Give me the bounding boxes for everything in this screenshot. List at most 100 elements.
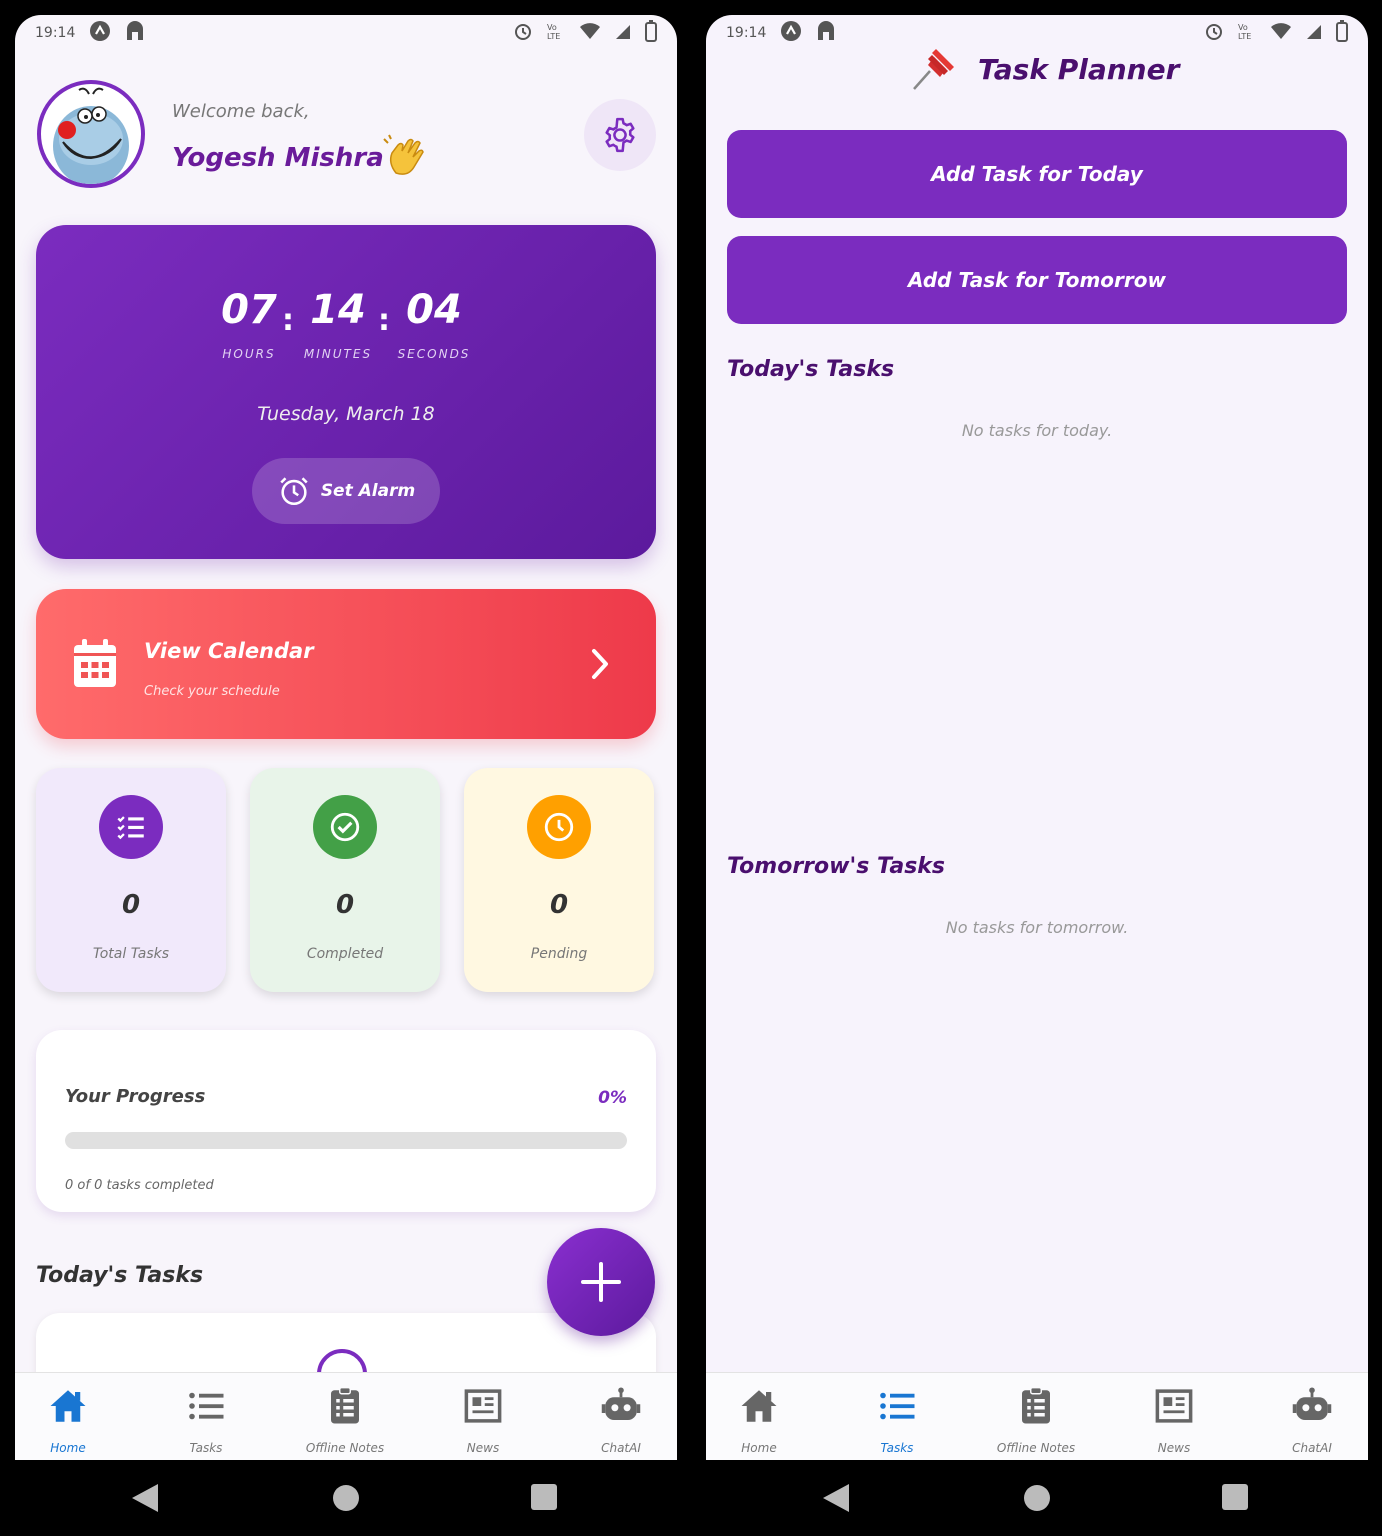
- nav-item-news[interactable]: News: [423, 1373, 543, 1460]
- clipboard-icon: [331, 1386, 359, 1424]
- nav-label-news: News: [466, 1441, 500, 1455]
- back-icon[interactable]: [821, 1482, 851, 1514]
- view-calendar-card[interactable]: View Calendar Check your schedule: [36, 589, 656, 739]
- todays-tasks-heading: Today's Tasks: [727, 357, 895, 382]
- stat-card-completed[interactable]: 0 Completed: [250, 768, 440, 992]
- stat-card-total-tasks[interactable]: 0 Total Tasks: [36, 768, 226, 992]
- back-icon[interactable]: [130, 1482, 160, 1514]
- clock-minutes: 14: [310, 287, 366, 333]
- today-empty-message: No tasks for today.: [961, 421, 1113, 440]
- home-circle-icon[interactable]: [1022, 1483, 1052, 1513]
- checklist-icon: [99, 795, 163, 859]
- calendar-subtitle: Check your schedule: [144, 684, 280, 699]
- pending-value: 0: [549, 890, 569, 920]
- app-notification-icon: [90, 21, 110, 41]
- calendar-title: View Calendar: [144, 639, 314, 663]
- nav-label-chatai: ChatAI: [601, 1441, 641, 1455]
- svg-text:Vo: Vo: [547, 23, 557, 32]
- completed-value: 0: [335, 890, 355, 920]
- volte-icon: VoLTE: [1238, 23, 1251, 41]
- nav-label-news: News: [1157, 1441, 1191, 1455]
- signal-icon: [1306, 25, 1321, 39]
- add-task-tomorrow-button[interactable]: Add Task for Tomorrow: [727, 236, 1347, 324]
- wifi-icon: [579, 23, 600, 39]
- stat-card-pending[interactable]: 0 Pending: [464, 768, 654, 992]
- page-title: Task Planner: [978, 53, 1180, 86]
- alarm-status-icon: [514, 24, 531, 40]
- home-circle-icon[interactable]: [331, 1483, 361, 1513]
- robot-icon: [601, 1387, 641, 1420]
- user-name: Yogesh Mishra: [172, 143, 384, 173]
- clock-icon: [527, 795, 591, 859]
- battery-icon: [1336, 20, 1348, 42]
- tomorrow-empty-message: No tasks for tomorrow.: [945, 918, 1129, 937]
- gear-icon: [605, 117, 635, 153]
- nav-item-tasks[interactable]: Tasks: [146, 1373, 266, 1460]
- nav-item-offline-notes[interactable]: Offline Notes: [285, 1373, 405, 1460]
- status-bar: 19:14 Vo LTE: [15, 15, 677, 55]
- newspaper-icon: [464, 1389, 502, 1423]
- robot-icon: [1292, 1387, 1332, 1420]
- check-circle-icon: [313, 795, 377, 859]
- clock-date: Tuesday, March 18: [257, 403, 435, 425]
- total-tasks-label: Total Tasks: [92, 946, 170, 962]
- nav-label-home: Home: [741, 1441, 777, 1455]
- task-planner-screen: 19:14 Vo LTE Task Planner Add Task for To…: [706, 15, 1368, 1460]
- house-notification-icon: [127, 21, 144, 40]
- nav-label-offline-notes: Offline Notes: [996, 1441, 1076, 1455]
- battery-icon: [645, 20, 657, 42]
- svg-text:LTE: LTE: [547, 32, 560, 41]
- nav-item-tasks[interactable]: Tasks: [837, 1373, 957, 1460]
- minutes-label: MINUTES: [303, 347, 373, 361]
- nav-label-tasks: Tasks: [880, 1441, 914, 1455]
- completed-label: Completed: [306, 946, 384, 962]
- nav-label-home: Home: [50, 1441, 86, 1455]
- nav-label-chatai: ChatAI: [1292, 1441, 1332, 1455]
- add-task-button[interactable]: [547, 1228, 655, 1336]
- nav-item-chatai[interactable]: ChatAI: [1252, 1373, 1368, 1460]
- pushpin-icon: [910, 41, 962, 97]
- nav-item-chatai[interactable]: ChatAI: [561, 1373, 677, 1460]
- home-icon: [50, 1390, 86, 1422]
- nav-item-news[interactable]: News: [1114, 1373, 1234, 1460]
- nav-item-home[interactable]: Home: [15, 1373, 128, 1460]
- pending-label: Pending: [530, 946, 588, 962]
- newspaper-icon: [1155, 1389, 1193, 1423]
- set-alarm-label: Set Alarm: [320, 481, 416, 501]
- todays-tasks-heading: Today's Tasks: [36, 1263, 204, 1288]
- status-time: 19:14: [35, 25, 76, 41]
- set-alarm-button[interactable]: Set Alarm: [252, 458, 440, 524]
- settings-button[interactable]: [584, 99, 656, 171]
- signal-icon: [615, 25, 630, 39]
- volte-icon: VoLTE: [547, 23, 560, 41]
- svg-text:Vo: Vo: [1238, 23, 1248, 32]
- nav-label-tasks: Tasks: [189, 1441, 223, 1455]
- clock-seconds: 04: [406, 287, 462, 333]
- clipboard-icon: [1022, 1386, 1050, 1424]
- nav-label-offline-notes: Offline Notes: [305, 1441, 385, 1455]
- nav-item-offline-notes[interactable]: Offline Notes: [976, 1373, 1096, 1460]
- clock-card: 07 : 14 : 04 HOURS MINUTES SECONDS Tuesd…: [36, 225, 656, 559]
- wifi-icon: [1270, 23, 1291, 39]
- home-icon: [741, 1390, 777, 1422]
- plus-icon: [581, 1262, 621, 1302]
- recents-icon[interactable]: [1221, 1483, 1249, 1511]
- bottom-nav: Home Tasks Offline Notes News ChatAI: [706, 1372, 1368, 1460]
- list-icon: [189, 1392, 224, 1420]
- welcome-text: Welcome back,: [172, 101, 310, 122]
- progress-card: Your Progress 0% 0 of 0 tasks completed: [36, 1030, 656, 1212]
- home-screen: 19:14 VoLTE Welcome back, Yogesh Mishra: [15, 15, 677, 1460]
- status-bar: 19:14 Vo LTE: [706, 15, 1368, 55]
- recents-icon[interactable]: [530, 1483, 558, 1511]
- avatar[interactable]: [37, 80, 145, 188]
- system-nav-bar: [0, 1460, 1382, 1536]
- progress-title: Your Progress: [65, 1086, 206, 1107]
- progress-percent: 0%: [598, 1088, 627, 1108]
- total-tasks-value: 0: [121, 890, 141, 920]
- add-task-today-button[interactable]: Add Task for Today: [727, 130, 1347, 218]
- tomorrows-tasks-heading: Tomorrow's Tasks: [727, 854, 946, 879]
- calendar-icon: [72, 637, 118, 693]
- waving-hand-icon: [382, 133, 430, 185]
- bottom-nav: Home Tasks Offline Notes News ChatAI: [15, 1372, 677, 1460]
- nav-item-home[interactable]: Home: [706, 1373, 819, 1460]
